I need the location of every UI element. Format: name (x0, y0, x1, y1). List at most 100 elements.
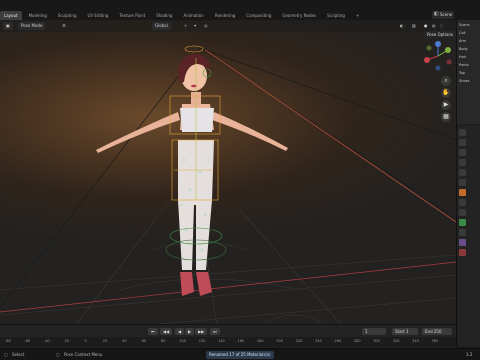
tab-layout[interactable]: Layout (0, 11, 22, 20)
transform-orientation[interactable]: Global (152, 22, 171, 30)
object-tab-icon[interactable] (459, 189, 466, 196)
physics-tab-icon[interactable] (459, 219, 466, 226)
end-frame-field[interactable]: End 250 (422, 328, 452, 335)
particles-tab-icon[interactable] (459, 209, 466, 216)
overlay-icon[interactable]: ◐ (400, 22, 404, 30)
navigation-gizmo[interactable] (422, 40, 454, 72)
left-arm (96, 112, 180, 153)
start-frame-field[interactable]: Start 1 (392, 328, 418, 335)
right-shoe (196, 272, 212, 296)
snap-icon[interactable]: ⌖ (194, 22, 196, 30)
ruler-tick-label: -60 (24, 339, 31, 343)
viewport-header: ▣ Pose Mode ☰ Global ⊹ ⌖ ◎ ◐ ▥ ● ◍ ◌ (0, 20, 456, 32)
end-value: 250 (433, 329, 442, 334)
ruler-tick-label: 20 (102, 339, 108, 343)
grid-view-icon[interactable]: ▦ (441, 112, 451, 122)
render-tab-icon[interactable] (459, 139, 466, 146)
outliner-row[interactable]: Shoes (459, 78, 479, 85)
ruler-tick-label: 360 (431, 339, 439, 343)
ruler-tick-label: 320 (392, 339, 400, 343)
ruler-tick-label: 160 (237, 339, 245, 343)
status-bar: ▢ Select ▢ Pose Context Menu Renamed 17 … (0, 348, 480, 360)
ruler-tick-label: 100 (179, 339, 186, 343)
tab-modeling[interactable]: Modeling (25, 11, 51, 20)
ruler-tick-label: 240 (315, 339, 322, 343)
workspace-tabs: Layout Modeling Sculpting UV Editing Tex… (0, 11, 363, 20)
outliner-row[interactable]: Hair (459, 54, 479, 61)
ruler-tick-label: -20 (63, 339, 70, 343)
tab-geometry-nodes[interactable]: Geometry Nodes (278, 11, 320, 20)
material-tab-icon[interactable] (459, 249, 466, 256)
tool-tab-icon[interactable] (459, 129, 466, 136)
proportional-icon[interactable]: ◎ (204, 22, 208, 30)
jump-end-button[interactable]: ⏭ (210, 328, 220, 335)
start-value: 1 (406, 329, 409, 334)
start-label: Start (395, 329, 405, 334)
view-layer-tab-icon[interactable] (459, 159, 466, 166)
prev-keyframe-button[interactable]: ◀◀ (160, 328, 173, 335)
tab-sculpting[interactable]: Sculpting (54, 11, 81, 20)
mode-selector[interactable]: Pose Mode (18, 22, 46, 30)
outliner-row[interactable]: Scene (459, 22, 479, 29)
workspace-topbar: Layout Modeling Sculpting UV Editing Tex… (0, 0, 480, 20)
timeline-panel: ⏮ ◀◀ ◀ ▶ ▶▶ ⏭ 1 Start 1 End 250 -80 -60 -4… (0, 324, 456, 348)
next-keyframe-button[interactable]: ▶▶ (195, 328, 208, 335)
add-workspace-button[interactable]: + (352, 11, 363, 20)
left-shoe (180, 272, 194, 296)
tab-shading[interactable]: Shading (152, 11, 176, 20)
tab-scripting[interactable]: Scripting (323, 11, 349, 20)
ruler-tick-label: 40 (122, 339, 127, 343)
outliner-row[interactable]: Coll (459, 30, 479, 37)
outliner-panel: Scene Coll Arm Body Hair Pants Top Shoes (456, 20, 480, 124)
play-reverse-button[interactable]: ◀ (175, 328, 185, 335)
playback-controls: ⏮ ◀◀ ◀ ▶ ▶▶ ⏭ 1 Start 1 End 250 (0, 327, 456, 335)
editor-type-button[interactable]: ▣ (3, 22, 13, 30)
tab-texture-paint[interactable]: Texture Paint (115, 11, 149, 20)
pan-hand-icon[interactable]: ✋ (441, 88, 451, 98)
constraints-tab-icon[interactable] (459, 229, 466, 236)
scene-tab-icon[interactable] (459, 169, 466, 176)
ruler-tick-label: 60 (141, 339, 147, 343)
status-message: Renamed 17 of 25 Materials(s) (206, 351, 274, 359)
tab-animation[interactable]: Animation (179, 11, 207, 20)
outliner-row[interactable]: Body (459, 46, 479, 53)
ruler-tick-label: 300 (373, 339, 381, 343)
play-button[interactable]: ▶ (185, 328, 195, 335)
current-frame-field[interactable]: 1 (362, 328, 386, 335)
camera-view-icon[interactable]: ▶ (441, 100, 451, 110)
armature-overlay (165, 45, 227, 261)
tab-uv-editing[interactable]: UV Editing (84, 11, 113, 20)
world-tab-icon[interactable] (459, 179, 466, 186)
end-label: End (425, 329, 433, 334)
light-line (204, 49, 456, 223)
tab-rendering[interactable]: Rendering (211, 11, 239, 20)
pose-options-button[interactable]: Pose Options (424, 31, 456, 38)
outliner-row[interactable]: Arm (459, 38, 479, 45)
render-shading-icon[interactable]: ◌ (440, 22, 444, 30)
ruler-tick-label: 260 (334, 339, 342, 343)
scene-icon: ◧ (434, 11, 439, 17)
ruler-tick-label: 280 (353, 339, 361, 343)
modifier-tab-icon[interactable] (459, 199, 466, 206)
context-menu-hint: Pose Context Menu (64, 352, 103, 357)
xray-icon[interactable]: ▥ (412, 22, 416, 30)
right-arm (212, 112, 288, 151)
view-menu[interactable]: ☰ (62, 22, 66, 30)
ruler-tick-label: -40 (43, 339, 50, 343)
outliner-row[interactable]: Top (459, 70, 479, 77)
jump-start-button[interactable]: ⏮ (148, 328, 158, 335)
pivot-icon[interactable]: ⊹ (184, 22, 187, 30)
output-tab-icon[interactable] (459, 149, 466, 156)
zoom-icon[interactable]: ⌕ (441, 76, 451, 86)
solid-shading-icon[interactable]: ● (424, 22, 428, 30)
ruler-tick-label: 220 (295, 339, 303, 343)
3d-viewport[interactable]: ▣ Pose Mode ☰ Global ⊹ ⌖ ◎ ◐ ▥ ● ◍ ◌ Pos… (0, 20, 456, 346)
ruler-tick-label: 0 (84, 339, 87, 343)
data-tab-icon[interactable] (459, 239, 466, 246)
frame-ruler[interactable]: -80 -60 -40 -20 0 20 40 60 80 100 120 140 160 180 200 2… (0, 337, 456, 347)
material-shading-icon[interactable]: ◍ (432, 22, 436, 30)
tab-compositing[interactable]: Compositing (242, 11, 275, 20)
outliner-row[interactable]: Pants (459, 62, 479, 69)
ruler-tick-label: 140 (218, 339, 225, 343)
mouse-left-icon: ▢ (4, 352, 8, 357)
